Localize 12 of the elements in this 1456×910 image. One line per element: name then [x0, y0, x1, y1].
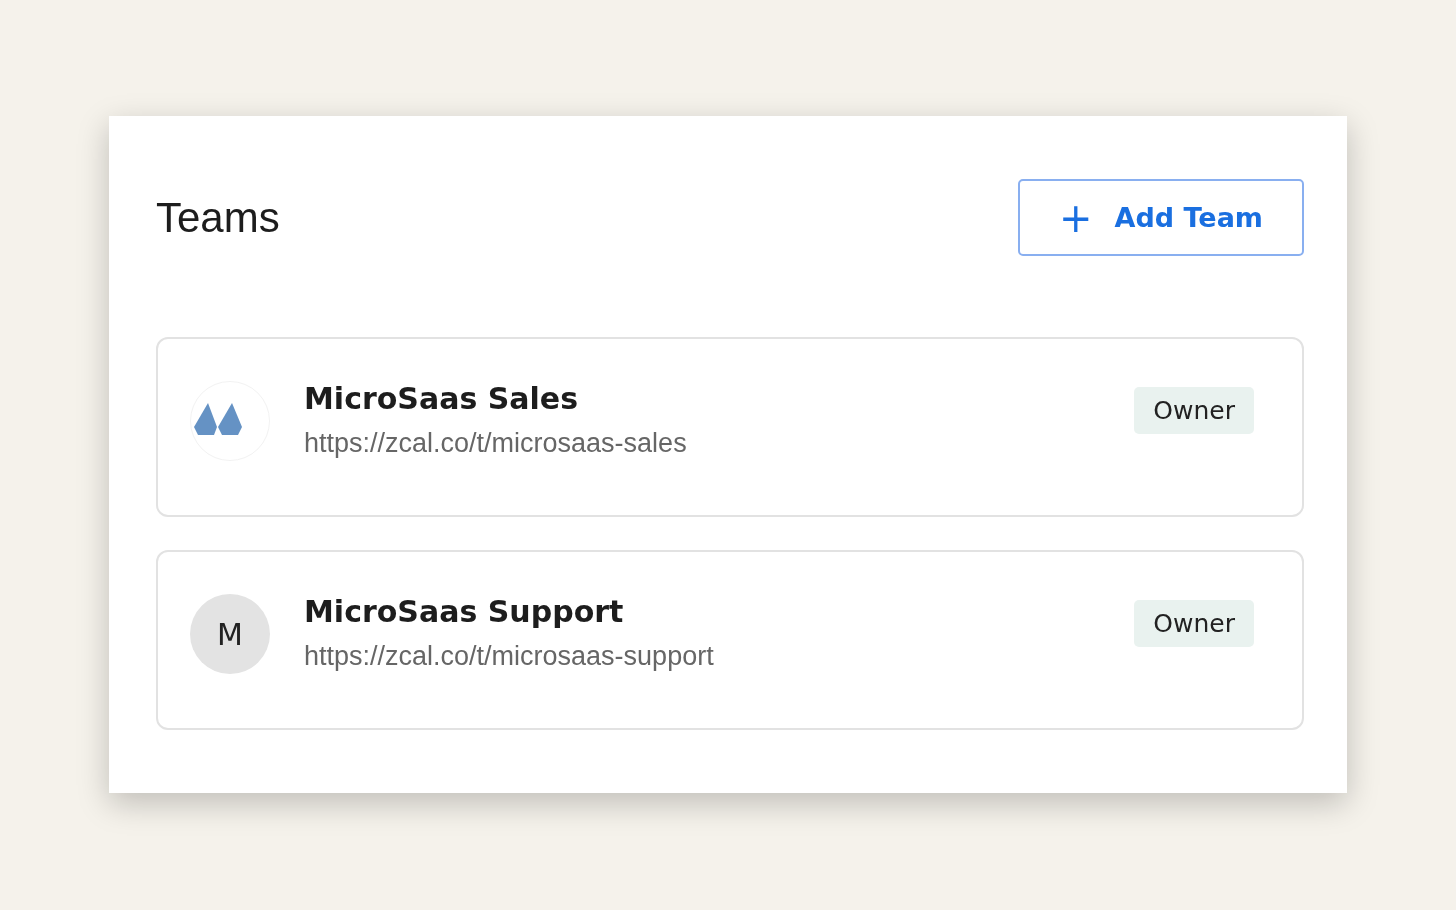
page-title: Teams: [156, 193, 280, 242]
team-url: https://zcal.co/t/microsaas-sales: [304, 428, 688, 459]
team-card[interactable]: MicroSaas Sales https://zcal.co/t/microsaas-sales Owner: [156, 337, 1304, 517]
team-card[interactable]: M MicroSaas Support https://zcal.co/t/microsaas-support Owner: [156, 550, 1304, 730]
team-logo-icon: [190, 381, 270, 461]
team-name: MicroSaas Sales: [304, 381, 580, 416]
role-badge: Owner: [1134, 600, 1254, 647]
team-avatar: M: [190, 594, 270, 674]
team-name: MicroSaas Support: [304, 594, 625, 629]
role-badge: Owner: [1134, 387, 1254, 434]
team-url: https://zcal.co/t/microsaas-support: [304, 641, 715, 672]
add-team-button[interactable]: + Add Team: [1018, 179, 1304, 256]
